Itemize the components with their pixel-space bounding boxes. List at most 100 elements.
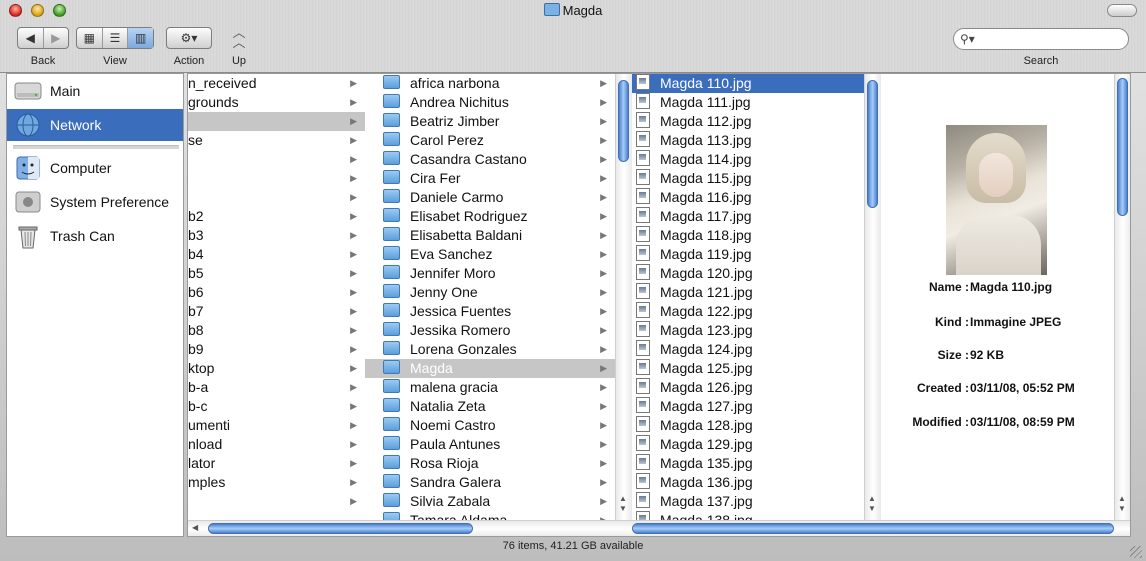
back-button[interactable]: ◀ — [18, 28, 44, 48]
folder-item[interactable]: Elisabet Rodriguez ▶ — [365, 207, 615, 226]
file-item[interactable]: Magda 121.jpg — [632, 283, 864, 302]
column-2-scroll-thumb[interactable] — [618, 80, 629, 162]
scroll-arrows-icon[interactable]: ▲ ▼ — [1118, 494, 1126, 514]
action-button[interactable]: ⚙▾ — [166, 27, 212, 49]
folder-item[interactable]: Sandra Galera ▶ — [365, 473, 615, 492]
list-item[interactable]: b-a ▶ — [188, 378, 365, 397]
list-item[interactable]: ▶ — [188, 150, 365, 169]
list-item[interactable]: b2 ▶ — [188, 207, 365, 226]
list-item[interactable]: grounds ▶ — [188, 93, 365, 112]
preview-scroll-thumb[interactable] — [1117, 78, 1128, 216]
scroll-arrows-icon[interactable]: ▲ ▼ — [868, 494, 876, 514]
sidebar-item-main[interactable]: Main — [7, 75, 183, 107]
sidebar-item-network[interactable]: Network — [7, 109, 183, 141]
list-item[interactable]: b-c ▶ — [188, 397, 365, 416]
file-item[interactable]: Magda 118.jpg — [632, 226, 864, 245]
folder-item[interactable]: Andrea Nichitus ▶ — [365, 93, 615, 112]
file-item[interactable]: Magda 117.jpg — [632, 207, 864, 226]
folder-item[interactable]: Elisabetta Baldani ▶ — [365, 226, 615, 245]
list-view-button[interactable]: ☰ — [103, 28, 129, 48]
list-item[interactable]: ▶ — [188, 112, 365, 131]
column-2-scrollbar[interactable]: ▲ ▼ — [615, 74, 632, 520]
folder-item[interactable]: Jessica Fuentes ▶ — [365, 302, 615, 321]
toolbar-toggle-button[interactable] — [1107, 4, 1137, 17]
horizontal-scrollbar-right[interactable] — [628, 520, 1130, 536]
scroll-arrows-icon[interactable]: ▲ ▼ — [619, 494, 627, 514]
preview-scrollbar[interactable]: ▲ ▼ — [1114, 74, 1130, 520]
file-item[interactable]: Magda 135.jpg — [632, 454, 864, 473]
sidebar-item-system-preference[interactable]: System Preference — [7, 186, 183, 218]
list-item[interactable]: b5 ▶ — [188, 264, 365, 283]
list-item[interactable]: se ▶ — [188, 131, 365, 150]
file-item[interactable]: Magda 112.jpg — [632, 112, 864, 131]
horizontal-scroll-thumb-left[interactable] — [208, 523, 473, 534]
column-view-button[interactable]: ▥ — [128, 28, 154, 48]
icon-view-button[interactable]: ▦ — [77, 28, 103, 48]
file-item[interactable]: Magda 124.jpg — [632, 340, 864, 359]
list-item[interactable]: nload ▶ — [188, 435, 365, 454]
horizontal-scroll-thumb-right[interactable] — [632, 523, 1114, 534]
forward-button[interactable]: ▶ — [44, 28, 69, 48]
folder-item[interactable]: Lorena Gonzales ▶ — [365, 340, 615, 359]
folder-item[interactable]: Cira Fer ▶ — [365, 169, 615, 188]
folder-item[interactable]: Carol Perez ▶ — [365, 131, 615, 150]
list-item[interactable]: ▶ — [188, 169, 365, 188]
file-item[interactable]: Magda 115.jpg — [632, 169, 864, 188]
folder-item[interactable]: Silvia Zabala ▶ — [365, 492, 615, 511]
list-item[interactable]: lator ▶ — [188, 454, 365, 473]
folder-item[interactable]: Eva Sanchez ▶ — [365, 245, 615, 264]
folder-item[interactable]: malena gracia ▶ — [365, 378, 615, 397]
sidebar-item-computer[interactable]: Computer — [7, 152, 183, 184]
list-item[interactable]: b9 ▶ — [188, 340, 365, 359]
folder-item[interactable]: Daniele Carmo ▶ — [365, 188, 615, 207]
folder-item[interactable]: Magda ▶ — [365, 359, 615, 378]
list-item[interactable]: umenti ▶ — [188, 416, 365, 435]
list-item[interactable]: n_received ▶ — [188, 74, 365, 93]
file-item[interactable]: Magda 120.jpg — [632, 264, 864, 283]
list-item[interactable]: b4 ▶ — [188, 245, 365, 264]
file-item[interactable]: Magda 126.jpg — [632, 378, 864, 397]
file-item[interactable]: Magda 138.jpg — [632, 511, 864, 520]
file-item[interactable]: Magda 116.jpg — [632, 188, 864, 207]
list-item[interactable]: ktop ▶ — [188, 359, 365, 378]
file-item[interactable]: Magda 114.jpg — [632, 150, 864, 169]
list-item[interactable]: b7 ▶ — [188, 302, 365, 321]
folder-item[interactable]: Beatriz Jimber ▶ — [365, 112, 615, 131]
list-item[interactable]: b8 ▶ — [188, 321, 365, 340]
folder-item[interactable]: africa narbona ▶ — [365, 74, 615, 93]
folder-item[interactable]: Natalia Zeta ▶ — [365, 397, 615, 416]
file-item[interactable]: Magda 110.jpg — [632, 74, 864, 93]
folder-item[interactable]: Rosa Rioja ▶ — [365, 454, 615, 473]
file-item[interactable]: Magda 125.jpg — [632, 359, 864, 378]
list-item[interactable]: ▶ — [188, 492, 365, 511]
file-item[interactable]: Magda 123.jpg — [632, 321, 864, 340]
list-item[interactable]: b6 ▶ — [188, 283, 365, 302]
file-item[interactable]: Magda 122.jpg — [632, 302, 864, 321]
scroll-left-arrow-icon[interactable]: ◀ — [192, 523, 198, 533]
folder-item[interactable]: Jenny One ▶ — [365, 283, 615, 302]
folder-item[interactable]: Jessika Romero ▶ — [365, 321, 615, 340]
file-item[interactable]: Magda 111.jpg — [632, 93, 864, 112]
file-item[interactable]: Magda 119.jpg — [632, 245, 864, 264]
search-input[interactable] — [980, 31, 1124, 48]
list-item[interactable]: mples ▶ — [188, 473, 365, 492]
file-item[interactable]: Magda 127.jpg — [632, 397, 864, 416]
folder-item[interactable]: Casandra Castano ▶ — [365, 150, 615, 169]
column-3-scroll-thumb[interactable] — [867, 80, 878, 208]
column-3-scrollbar[interactable]: ▲ ▼ — [864, 74, 881, 520]
up-button[interactable]: ︿ ︿ — [229, 26, 249, 50]
search-field[interactable]: ⚲▾ — [953, 28, 1129, 50]
file-item[interactable]: Magda 128.jpg — [632, 416, 864, 435]
resize-grip-icon[interactable] — [1130, 546, 1142, 558]
file-item[interactable]: Magda 136.jpg — [632, 473, 864, 492]
horizontal-scrollbar-left[interactable]: ◀ — [188, 520, 628, 536]
folder-item[interactable]: Noemi Castro ▶ — [365, 416, 615, 435]
list-item[interactable]: ▶ — [188, 188, 365, 207]
folder-item[interactable]: Jennifer Moro ▶ — [365, 264, 615, 283]
folder-item[interactable]: Tamara Aldama ▶ — [365, 511, 615, 520]
file-item[interactable]: Magda 137.jpg — [632, 492, 864, 511]
list-item[interactable]: b3 ▶ — [188, 226, 365, 245]
file-item[interactable]: Magda 129.jpg — [632, 435, 864, 454]
sidebar-item-trash-can[interactable]: Trash Can — [7, 220, 183, 252]
folder-item[interactable]: Paula Antunes ▶ — [365, 435, 615, 454]
